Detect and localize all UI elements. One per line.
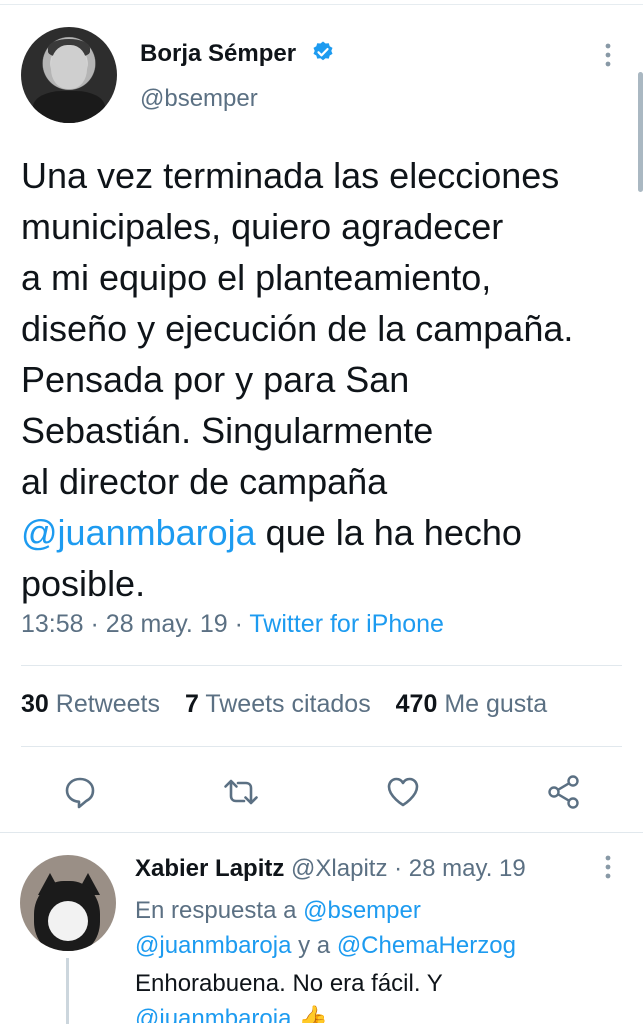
- meta-separator: ·: [394, 855, 403, 882]
- scrollbar[interactable]: [638, 72, 643, 192]
- section-divider: [0, 832, 643, 833]
- quotes-stat[interactable]: 7 Tweets citados: [185, 690, 371, 718]
- divider: [21, 746, 622, 747]
- reply-text-line-cut[interactable]: @juanmbaroja 👍: [135, 1001, 443, 1023]
- in-reply-prefix: En respuesta a: [135, 897, 304, 924]
- thread-line: [66, 958, 69, 1024]
- quotes-count: 7: [184, 690, 199, 718]
- meta-separator: ·: [90, 610, 99, 638]
- mention-link[interactable]: @ChemaHerzog: [337, 932, 516, 959]
- reply-author-name[interactable]: Xabier Lapitz: [135, 855, 284, 882]
- retweet-icon[interactable]: [222, 773, 260, 811]
- tweet-text-line: Sebastián. Singularmente: [21, 410, 434, 451]
- reply-author-handle[interactable]: @Xlapitz: [291, 855, 387, 882]
- retweets-stat[interactable]: 30 Retweets: [21, 690, 160, 718]
- author-avatar[interactable]: [21, 27, 117, 123]
- quotes-label: Tweets citados: [205, 690, 371, 718]
- reply-text-line: Enhorabuena. No era fácil. Y: [135, 970, 443, 997]
- reply-author-avatar[interactable]: [20, 855, 116, 951]
- in-reply-to-line: En respuesta a @bsemper: [135, 893, 516, 928]
- tweet-text-line: a mi equipo el planteamiento,: [21, 257, 492, 298]
- tweet-date: 28 may. 19: [105, 610, 228, 638]
- avatar-face: [51, 45, 87, 89]
- likes-stat[interactable]: 470 Me gusta: [396, 690, 548, 718]
- likes-count: 470: [395, 690, 438, 718]
- mention-link[interactable]: @juanmbaroja: [21, 512, 256, 553]
- mention-link[interactable]: @bsemper: [303, 897, 421, 924]
- tweet-text-line: posible.: [21, 563, 146, 604]
- in-reply-to-line: @juanmbaroja y a @ChemaHerzog: [135, 928, 516, 963]
- avatar-cat-face: [48, 901, 88, 941]
- in-reply-and: y a: [291, 932, 337, 959]
- in-reply-to: En respuesta a @bsemper @juanmbaroja y a…: [135, 893, 516, 963]
- tweet-source-link[interactable]: Twitter for iPhone: [249, 610, 444, 638]
- author-handle[interactable]: @bsemper: [140, 85, 258, 113]
- tweet-text-fragment: que la ha hecho: [255, 512, 522, 553]
- retweets-label: Retweets: [55, 690, 160, 718]
- verified-badge-icon: [313, 41, 333, 61]
- retweets-count: 30: [21, 690, 49, 718]
- share-icon[interactable]: [545, 773, 583, 811]
- top-divider: [0, 4, 643, 5]
- tweet-text-line: Pensada por y para San: [21, 359, 410, 400]
- tweet-text: Una vez terminada las elecciones municip…: [21, 150, 631, 609]
- tweet-text-line: al director de campaña: [21, 461, 388, 502]
- reply-text: Enhorabuena. No era fácil. Y @juanmbaroj…: [135, 966, 443, 1023]
- likes-label: Me gusta: [444, 690, 548, 718]
- tweet-text-line: Una vez terminada las elecciones: [21, 155, 560, 196]
- tweet-stats: 30 Retweets 7 Tweets citados 470 Me gust…: [21, 690, 547, 719]
- mention-link[interactable]: @juanmbaroja: [135, 932, 291, 959]
- tweet-time: 13:58: [21, 610, 84, 638]
- author-name[interactable]: Borja Sémper: [140, 40, 296, 68]
- tweet-text-line-with-mention: @juanmbaroja que la ha hecho: [21, 507, 631, 558]
- avatar-body: [33, 91, 105, 123]
- heart-icon[interactable]: [384, 773, 422, 811]
- more-options-icon[interactable]: [598, 40, 618, 70]
- more-options-icon[interactable]: [598, 852, 618, 882]
- tweet-meta: 13:58 · 28 may. 19 · Twitter for iPhone: [21, 610, 444, 639]
- reply-icon[interactable]: [61, 773, 99, 811]
- tweet-text-line: municipales, quiero agradecer: [21, 206, 504, 247]
- divider: [21, 665, 622, 666]
- reply-header: Xabier Lapitz @Xlapitz · 28 may. 19: [135, 855, 526, 883]
- meta-separator: ·: [234, 610, 243, 638]
- tweet-text-line: diseño y ejecución de la campaña.: [21, 308, 574, 349]
- reply-date: 28 may. 19: [408, 855, 526, 882]
